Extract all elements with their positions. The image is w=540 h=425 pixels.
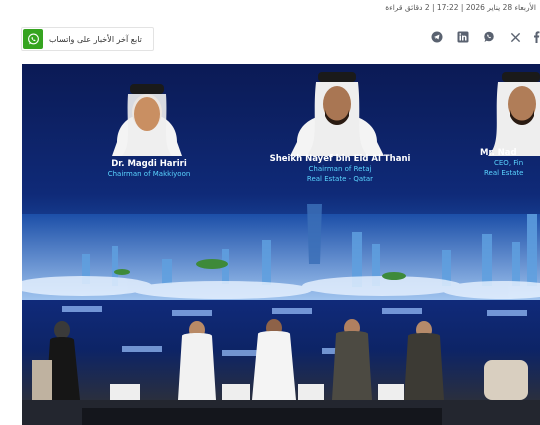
article-meta: الأربعاء 28 يناير 2026 | 17:22 | 2 دقائق… (385, 3, 536, 12)
speaker-role: Chairman of Retaj (308, 165, 372, 173)
speaker-name: Sheikh Nayef bin Eid Al Thani (269, 154, 411, 164)
telegram-icon[interactable] (424, 29, 450, 45)
share-bar (424, 29, 540, 45)
speaker-caption-1: Dr. Magdi Hariri Chairman of Makkiyoon (84, 159, 214, 179)
whatsapp-icon (23, 29, 43, 49)
speaker-portrait-2 (290, 72, 384, 156)
speaker-caption-3: Mr. Nad CEO, Fin Real Estate (480, 148, 540, 178)
speaker-caption-2: Sheikh Nayef bin Eid Al Thani Chairman o… (260, 154, 420, 184)
speaker-portrait-1 (112, 84, 182, 156)
conference-screen: Dr. Magdi Hariri Chairman of Makkiyoon S… (22, 64, 540, 300)
speaker-role-2: Real Estate - Qatar (306, 175, 374, 183)
speaker-role-2: Real Estate (484, 169, 524, 177)
whatsapp-follow-label: تابع آخر الأخبار على واتساب (49, 34, 142, 44)
article-photo: Dr. Magdi Hariri Chairman of Makkiyoon S… (22, 64, 540, 425)
linkedin-icon[interactable] (450, 29, 476, 45)
speaker-portrait-3 (488, 72, 540, 156)
speaker-name: Dr. Magdi Hariri (111, 159, 187, 169)
panel-stage (22, 300, 540, 425)
whatsapp-icon[interactable] (476, 29, 502, 45)
whatsapp-follow-button[interactable]: تابع آخر الأخبار على واتساب (21, 27, 154, 51)
facebook-icon[interactable] (528, 29, 540, 45)
speaker-name: Mr. Nad (480, 148, 517, 158)
x-icon[interactable] (502, 29, 528, 45)
speaker-role: Chairman of Makkiyoon (107, 170, 191, 178)
panel-scene (22, 306, 540, 425)
article-topbar: الأربعاء 28 يناير 2026 | 17:22 | 2 دقائق… (0, 0, 540, 22)
speaker-role: CEO, Fin (494, 159, 524, 167)
